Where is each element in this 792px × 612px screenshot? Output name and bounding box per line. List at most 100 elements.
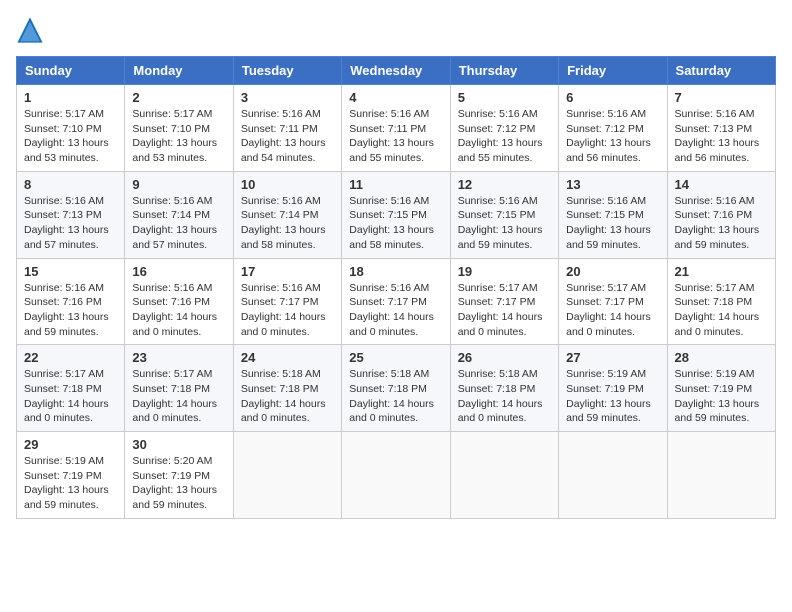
calendar-cell: 19 Sunrise: 5:17 AMSunset: 7:17 PMDayligh… xyxy=(450,258,558,345)
calendar-day-header: Saturday xyxy=(667,57,775,85)
logo xyxy=(16,16,48,44)
day-number: 20 xyxy=(566,264,659,279)
cell-text: Sunrise: 5:16 AMSunset: 7:13 PMDaylight:… xyxy=(24,194,117,253)
cell-text: Sunrise: 5:16 AMSunset: 7:15 PMDaylight:… xyxy=(458,194,551,253)
cell-text: Sunrise: 5:16 AMSunset: 7:15 PMDaylight:… xyxy=(566,194,659,253)
calendar-week-row: 15 Sunrise: 5:16 AMSunset: 7:16 PMDayligh… xyxy=(17,258,776,345)
calendar-week-row: 22 Sunrise: 5:17 AMSunset: 7:18 PMDayligh… xyxy=(17,345,776,432)
calendar-cell: 8 Sunrise: 5:16 AMSunset: 7:13 PMDaylight… xyxy=(17,171,125,258)
day-number: 17 xyxy=(241,264,334,279)
day-number: 3 xyxy=(241,90,334,105)
calendar-cell: 23Sunrise: 5:17 AMSunset: 7:18 PMDayligh… xyxy=(125,345,233,432)
cell-text: Sunrise: 5:17 AMSunset: 7:17 PMDaylight:… xyxy=(458,281,551,340)
cell-text: Sunrise: 5:18 AMSunset: 7:18 PMDaylight:… xyxy=(241,367,334,426)
calendar-cell: 21 Sunrise: 5:17 AMSunset: 7:18 PMDayligh… xyxy=(667,258,775,345)
calendar-cell xyxy=(233,432,341,519)
cell-text: Sunrise: 5:20 AMSunset: 7:19 PMDaylight:… xyxy=(132,454,225,513)
calendar-cell: 14 Sunrise: 5:16 AMSunset: 7:16 PMDayligh… xyxy=(667,171,775,258)
cell-text: Sunrise: 5:16 AMSunset: 7:12 PMDaylight:… xyxy=(566,107,659,166)
calendar-week-row: 29 Sunrise: 5:19 AMSunset: 7:19 PMDayligh… xyxy=(17,432,776,519)
calendar-cell: 24 Sunrise: 5:18 AMSunset: 7:18 PMDayligh… xyxy=(233,345,341,432)
cell-text: Sunrise: 5:17 AMSunset: 7:18 PMDaylight:… xyxy=(24,367,117,426)
cell-text: Sunrise: 5:19 AMSunset: 7:19 PMDaylight:… xyxy=(675,367,768,426)
cell-text: Sunrise: 5:18 AMSunset: 7:18 PMDaylight:… xyxy=(458,367,551,426)
day-number: 6 xyxy=(566,90,659,105)
cell-text: Sunrise: 5:17 AMSunset: 7:18 PMDaylight:… xyxy=(675,281,768,340)
day-number: 27 xyxy=(566,350,659,365)
cell-text: Sunrise: 5:16 AMSunset: 7:11 PMDaylight:… xyxy=(241,107,334,166)
calendar-cell: 17 Sunrise: 5:16 AMSunset: 7:17 PMDayligh… xyxy=(233,258,341,345)
calendar-header-row: SundayMondayTuesdayWednesdayThursdayFrid… xyxy=(17,57,776,85)
calendar-cell: 1Sunrise: 5:17 AMSunset: 7:10 PMDaylight… xyxy=(17,85,125,172)
calendar-cell: 16 Sunrise: 5:16 AMSunset: 7:16 PMDayligh… xyxy=(125,258,233,345)
calendar-week-row: 1 Sunrise: 5:17 AMSunset: 7:10 PMDaylight… xyxy=(17,85,776,172)
calendar-cell: 13 Sunrise: 5:16 AMSunset: 7:15 PMDayligh… xyxy=(559,171,667,258)
calendar-cell: 10Sunrise: 5:16 AMSunset: 7:14 PMDayligh… xyxy=(233,171,341,258)
day-number: 10 xyxy=(241,177,334,192)
day-number: 26 xyxy=(458,350,551,365)
calendar-cell: 15 Sunrise: 5:16 AMSunset: 7:16 PMDayligh… xyxy=(17,258,125,345)
calendar-day-header: Friday xyxy=(559,57,667,85)
calendar-cell: 11 Sunrise: 5:16 AMSunset: 7:15 PMDayligh… xyxy=(342,171,450,258)
day-number: 25 xyxy=(349,350,442,365)
cell-text: Sunrise: 5:18 AMSunset: 7:18 PMDaylight:… xyxy=(349,367,442,426)
day-number: 30 xyxy=(132,437,225,452)
calendar-cell: 22 Sunrise: 5:17 AMSunset: 7:18 PMDayligh… xyxy=(17,345,125,432)
logo-icon xyxy=(16,16,44,44)
cell-text: Sunrise: 5:16 AMSunset: 7:17 PMDaylight:… xyxy=(241,281,334,340)
day-number: 29 xyxy=(24,437,117,452)
calendar-cell: 20 Sunrise: 5:17 AMSunset: 7:17 PMDayligh… xyxy=(559,258,667,345)
calendar-cell: 30 Sunrise: 5:20 AMSunset: 7:19 PMDayligh… xyxy=(125,432,233,519)
calendar-cell: 26 Sunrise: 5:18 AMSunset: 7:18 PMDayligh… xyxy=(450,345,558,432)
day-number: 14 xyxy=(675,177,768,192)
calendar-cell xyxy=(342,432,450,519)
cell-text: Sunrise: 5:17 AMSunset: 7:18 PMDaylight:… xyxy=(132,367,225,426)
day-number: 5 xyxy=(458,90,551,105)
calendar-cell: 28Sunrise: 5:19 AMSunset: 7:19 PMDayligh… xyxy=(667,345,775,432)
cell-text: Sunrise: 5:16 AMSunset: 7:14 PMDaylight:… xyxy=(132,194,225,253)
calendar-cell: 9Sunrise: 5:16 AMSunset: 7:14 PMDaylight… xyxy=(125,171,233,258)
cell-text: Sunrise: 5:16 AMSunset: 7:13 PMDaylight:… xyxy=(675,107,768,166)
calendar-cell: 6 Sunrise: 5:16 AMSunset: 7:12 PMDaylight… xyxy=(559,85,667,172)
cell-text: Sunrise: 5:16 AMSunset: 7:15 PMDaylight:… xyxy=(349,194,442,253)
calendar-day-header: Monday xyxy=(125,57,233,85)
day-number: 24 xyxy=(241,350,334,365)
cell-text: Sunrise: 5:19 AMSunset: 7:19 PMDaylight:… xyxy=(566,367,659,426)
calendar-table: SundayMondayTuesdayWednesdayThursdayFrid… xyxy=(16,56,776,519)
day-number: 1 xyxy=(24,90,117,105)
calendar-cell: 2 Sunrise: 5:17 AMSunset: 7:10 PMDaylight… xyxy=(125,85,233,172)
page-header xyxy=(16,16,776,44)
calendar-cell: 25 Sunrise: 5:18 AMSunset: 7:18 PMDayligh… xyxy=(342,345,450,432)
calendar-cell: 18 Sunrise: 5:16 AMSunset: 7:17 PMDayligh… xyxy=(342,258,450,345)
day-number: 16 xyxy=(132,264,225,279)
cell-text: Sunrise: 5:17 AMSunset: 7:10 PMDaylight:… xyxy=(132,107,225,166)
cell-text: Sunrise: 5:16 AMSunset: 7:16 PMDaylight:… xyxy=(132,281,225,340)
day-number: 15 xyxy=(24,264,117,279)
calendar-day-header: Wednesday xyxy=(342,57,450,85)
cell-text: Sunrise: 5:16 AMSunset: 7:17 PMDaylight:… xyxy=(349,281,442,340)
cell-text: Sunrise: 5:16 AMSunset: 7:12 PMDaylight:… xyxy=(458,107,551,166)
day-number: 19 xyxy=(458,264,551,279)
cell-text: Sunrise: 5:16 AMSunset: 7:16 PMDaylight:… xyxy=(24,281,117,340)
cell-text: Sunrise: 5:17 AMSunset: 7:17 PMDaylight:… xyxy=(566,281,659,340)
day-number: 18 xyxy=(349,264,442,279)
cell-text: Sunrise: 5:16 AMSunset: 7:16 PMDaylight:… xyxy=(675,194,768,253)
day-number: 8 xyxy=(24,177,117,192)
day-number: 21 xyxy=(675,264,768,279)
calendar-cell: 5 Sunrise: 5:16 AMSunset: 7:12 PMDaylight… xyxy=(450,85,558,172)
calendar-day-header: Sunday xyxy=(17,57,125,85)
day-number: 4 xyxy=(349,90,442,105)
cell-text: Sunrise: 5:19 AMSunset: 7:19 PMDaylight:… xyxy=(24,454,117,513)
day-number: 11 xyxy=(349,177,442,192)
day-number: 22 xyxy=(24,350,117,365)
calendar-day-header: Tuesday xyxy=(233,57,341,85)
calendar-cell: 7Sunrise: 5:16 AMSunset: 7:13 PMDaylight… xyxy=(667,85,775,172)
calendar-cell: 27 Sunrise: 5:19 AMSunset: 7:19 PMDayligh… xyxy=(559,345,667,432)
day-number: 13 xyxy=(566,177,659,192)
calendar-cell: 4Sunrise: 5:16 AMSunset: 7:11 PMDaylight… xyxy=(342,85,450,172)
calendar-cell: 12Sunrise: 5:16 AMSunset: 7:15 PMDayligh… xyxy=(450,171,558,258)
day-number: 2 xyxy=(132,90,225,105)
calendar-cell xyxy=(667,432,775,519)
calendar-day-header: Thursday xyxy=(450,57,558,85)
calendar-week-row: 8 Sunrise: 5:16 AMSunset: 7:13 PMDaylight… xyxy=(17,171,776,258)
